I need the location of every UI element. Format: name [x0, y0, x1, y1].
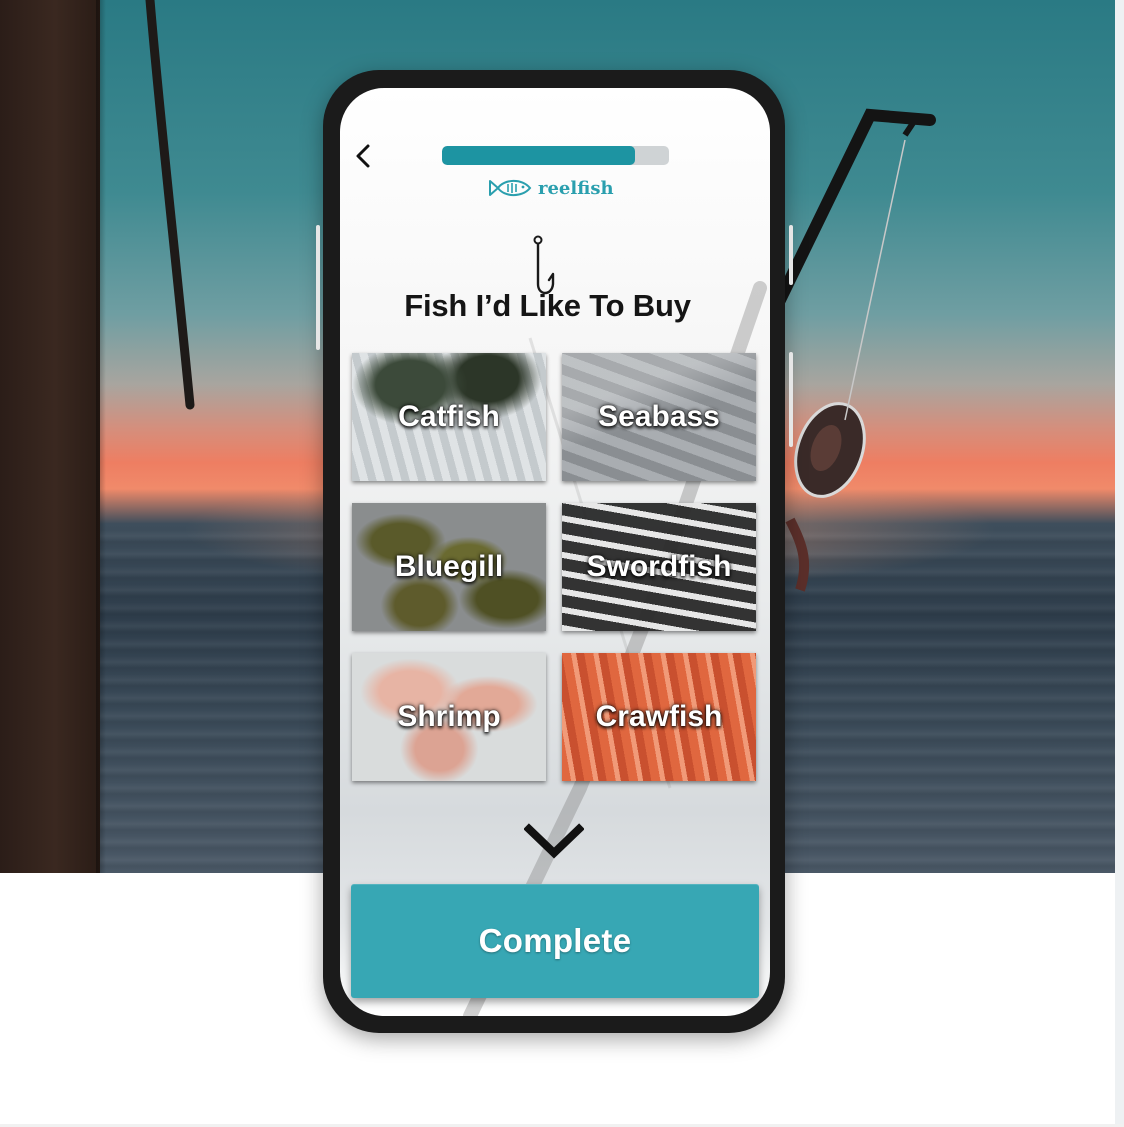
page-edge: [1115, 0, 1124, 1127]
fish-option-crawfish[interactable]: Crawfish: [562, 653, 756, 781]
brand-logo: reelfish: [488, 174, 614, 202]
fish-option-label: Bluegill: [394, 550, 504, 583]
progress-fill: [442, 146, 635, 165]
fish-option-bluegill[interactable]: Bluegill: [352, 503, 546, 631]
progress-bar: [442, 146, 669, 165]
brand-name: reelfish: [538, 177, 614, 199]
fish-option-label: Seabass: [598, 400, 720, 433]
fish-option-label: Shrimp: [397, 700, 501, 733]
chevron-down-icon[interactable]: [524, 821, 584, 861]
chevron-left-icon: [356, 144, 370, 168]
complete-button[interactable]: Complete: [351, 884, 759, 998]
fish-option-label: Swordfish: [586, 550, 732, 583]
fish-option-catfish[interactable]: Catfish: [352, 353, 546, 481]
fish-option-seabass[interactable]: Seabass: [562, 353, 756, 481]
page-title: Fish I’d Like To Buy: [404, 288, 691, 323]
phone-side-button: [789, 225, 793, 285]
fish-option-shrimp[interactable]: Shrimp: [352, 653, 546, 781]
phone-side-button: [316, 225, 320, 350]
fish-option-swordfish[interactable]: Swordfish: [562, 503, 756, 631]
back-button[interactable]: [348, 140, 376, 172]
fish-option-label: Catfish: [398, 400, 500, 433]
phone-side-button: [789, 352, 793, 447]
app-screen: reelfish Fish I’d Like To Buy Catfish Se…: [340, 88, 770, 1016]
fish-logo-icon: [489, 179, 532, 197]
fish-option-label: Crawfish: [595, 700, 723, 733]
